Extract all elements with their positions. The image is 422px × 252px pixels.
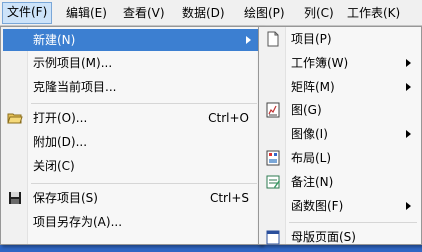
submenu-item-graph[interactable]: 图(G) <box>261 99 419 121</box>
new-submenu: 项目(P) 工作簿(W) 矩阵(M) 图(G) 图像(I) 布局(L) 备注(N… <box>258 26 422 245</box>
menu-item-shortcut: Ctrl+O <box>208 111 249 125</box>
file-menu: 新建(N) 示例项目(M)... 克隆当前项目... 打开(O)... Ctrl… <box>0 26 262 245</box>
open-folder-icon <box>7 110 23 126</box>
submenu-arrow-icon <box>406 202 411 210</box>
menu-item-label: 示例项目(M)... <box>33 56 113 70</box>
menu-item-label: 新建(N) <box>33 33 76 47</box>
menu-item-label: 布局(L) <box>291 151 332 165</box>
menu-separator <box>31 183 257 184</box>
menu-separator <box>31 103 257 104</box>
menubar-edit[interactable]: 编辑(E) <box>62 3 111 23</box>
menu-item-label: 图像(I) <box>291 127 328 141</box>
menu-item-label: 图(G) <box>291 103 322 117</box>
submenu-item-workbook[interactable]: 工作簿(W) <box>261 52 419 74</box>
menu-item-label: 附加(D)... <box>33 135 88 149</box>
menu-item-save-project[interactable]: 保存项目(S) Ctrl+S <box>3 187 259 209</box>
submenu-item-project[interactable]: 项目(P) <box>261 28 419 50</box>
menu-item-label: 备注(N) <box>291 175 334 189</box>
submenu-arrow-icon <box>406 83 411 91</box>
menu-item-label: 项目(P) <box>291 32 332 46</box>
submenu-arrow-icon <box>406 59 411 67</box>
menu-item-open[interactable]: 打开(O)... Ctrl+O <box>3 107 259 129</box>
menu-item-label: 工作簿(W) <box>291 56 349 70</box>
menu-item-label: 函数图(F) <box>291 199 344 213</box>
submenu-item-matrix[interactable]: 矩阵(M) <box>261 76 419 98</box>
menubar-file[interactable]: 文件(F) <box>2 2 53 24</box>
submenu-item-notes[interactable]: 备注(N) <box>261 171 419 193</box>
menubar-view[interactable]: 查看(V) <box>119 3 169 23</box>
menu-item-clone-project[interactable]: 克隆当前项目... <box>3 76 259 98</box>
submenu-arrow-icon <box>246 36 251 44</box>
menu-item-append[interactable]: 附加(D)... <box>3 131 259 153</box>
submenu-arrow-icon <box>406 130 411 138</box>
menu-item-label: 打开(O)... <box>33 111 88 125</box>
save-disk-icon <box>7 190 23 206</box>
master-page-icon <box>265 229 281 245</box>
menubar-worksheet[interactable]: 工作表(K) <box>343 3 404 23</box>
graph-icon <box>265 102 281 118</box>
menu-item-label: 关闭(C) <box>33 159 75 173</box>
menubar-column[interactable]: 列(C) <box>300 3 338 23</box>
submenu-item-image[interactable]: 图像(I) <box>261 123 419 145</box>
submenu-item-layout[interactable]: 布局(L) <box>261 147 419 169</box>
menu-item-new[interactable]: 新建(N) <box>3 29 259 51</box>
menubar-plot[interactable]: 绘图(P) <box>240 3 289 23</box>
menu-item-label: 矩阵(M) <box>291 80 335 94</box>
menu-item-label: 项目另存为(A)... <box>33 215 123 229</box>
menu-item-sample-projects[interactable]: 示例项目(M)... <box>3 52 259 74</box>
menu-item-label: 克隆当前项目... <box>33 80 117 94</box>
blank-page-icon <box>265 31 281 47</box>
menu-item-shortcut: Ctrl+S <box>209 191 249 205</box>
menu-item-close[interactable]: 关闭(C) <box>3 155 259 177</box>
menubar-data[interactable]: 数据(D) <box>178 3 229 23</box>
layout-icon <box>265 150 281 166</box>
menu-item-label: 保存项目(S) <box>33 191 98 205</box>
menu-bar: 文件(F) 编辑(E) 查看(V) 数据(D) 绘图(P) 列(C) 工作表(K… <box>0 0 422 26</box>
menu-item-save-project-as[interactable]: 项目另存为(A)... <box>3 211 259 233</box>
submenu-item-function-plot[interactable]: 函数图(F) <box>261 195 419 217</box>
notes-icon <box>265 174 281 190</box>
menu-separator <box>289 222 417 223</box>
